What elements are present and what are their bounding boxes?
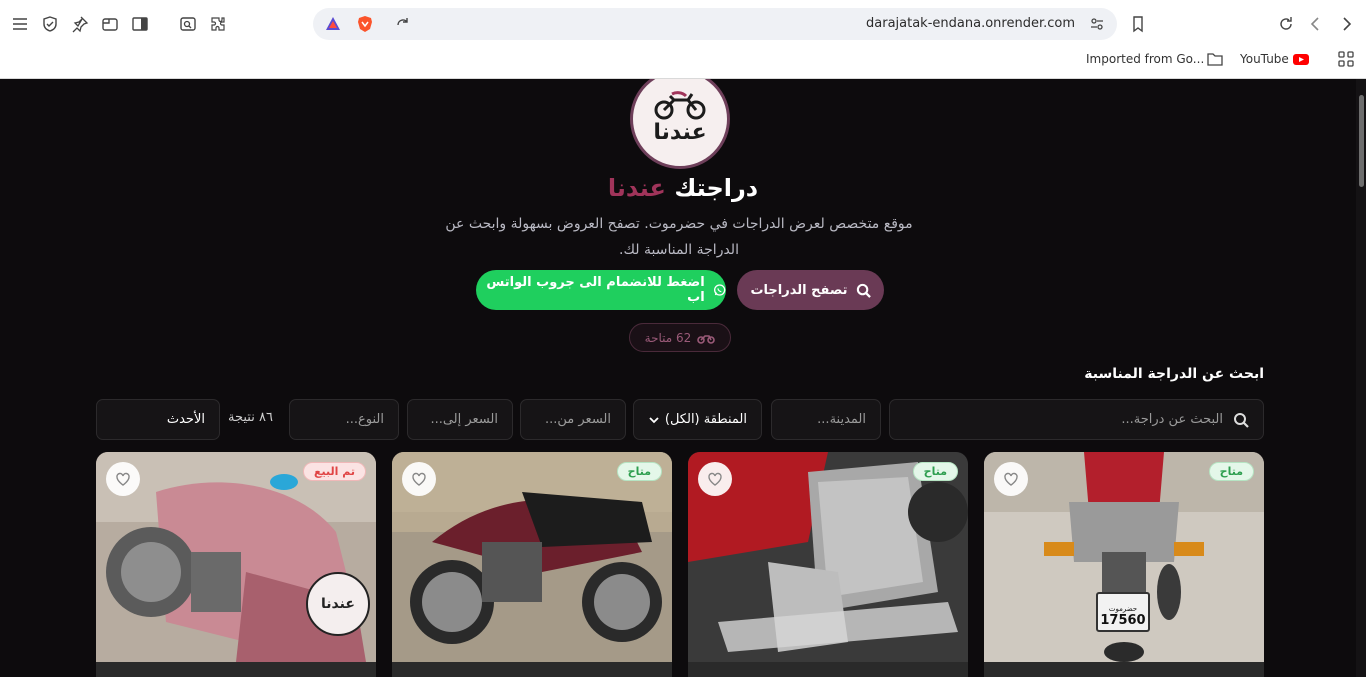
browse-bikes-label: تصفح الدراجات: [750, 282, 848, 298]
youtube-icon: [1289, 47, 1313, 71]
results-count: ٨٦ نتيجة: [228, 410, 273, 425]
status-badge: تم البيع: [303, 462, 366, 481]
type-input[interactable]: النوع...: [289, 399, 399, 440]
favorite-heart-icon[interactable]: [994, 462, 1028, 496]
listing-card[interactable]: متاح: [688, 452, 968, 677]
page-scrollbar[interactable]: [1356, 79, 1366, 677]
browser-chrome: darajatak-endana.onrender.com Imported f…: [0, 0, 1366, 79]
bookmark-imported[interactable]: Imported from Go...: [1086, 52, 1204, 66]
page-content: عندنا دراجتك عندنا موقع متخصص لعرض الدرا…: [0, 79, 1366, 677]
whatsapp-join-label: اضغط للانضمام الى جروب الواتس اب: [486, 275, 705, 305]
shield-icon[interactable]: [38, 12, 62, 36]
share-icon[interactable]: [391, 12, 415, 36]
hero-subtitle: موقع متخصص لعرض الدراجات في حضرموت. تصفح…: [445, 216, 913, 258]
pin-icon[interactable]: [68, 12, 92, 36]
search-input[interactable]: البحث عن دراجة...: [889, 399, 1264, 440]
screenshot-icon[interactable]: [176, 12, 200, 36]
sort-select[interactable]: الأحدث: [96, 399, 220, 440]
bookmark-icon[interactable]: [1126, 12, 1150, 36]
motorcycle-logo-icon: [654, 91, 706, 120]
browse-bikes-button[interactable]: تصفح الدراجات: [737, 270, 884, 310]
status-badge: متاح: [616, 462, 662, 481]
status-badge: متاح: [912, 462, 958, 481]
card-footer: [984, 662, 1264, 677]
brave-shields-icon[interactable]: [353, 12, 377, 36]
price-from-input[interactable]: السعر من...: [520, 399, 626, 440]
apps-grid-icon[interactable]: [1334, 47, 1358, 71]
available-count-badge: 62 متاحة: [629, 323, 731, 352]
reload-icon[interactable]: [1274, 12, 1298, 36]
city-input[interactable]: المدينة...: [771, 399, 881, 440]
whatsapp-icon: [713, 284, 726, 296]
available-count-text: 62 متاحة: [644, 330, 692, 345]
plate-number: 17560: [1100, 613, 1146, 628]
price-to-placeholder: السعر إلى...: [430, 412, 498, 427]
logo-text: عندنا: [653, 119, 707, 145]
listing-card[interactable]: حضرموت 17560 متاح: [984, 452, 1264, 677]
card-footer: [392, 662, 672, 677]
back-icon[interactable]: [1304, 12, 1328, 36]
watermark-logo-text: عندنا: [321, 596, 355, 612]
listing-card[interactable]: تم البيع عندنا: [96, 452, 376, 677]
site-logo[interactable]: عندنا: [630, 79, 730, 169]
whatsapp-join-button[interactable]: اضغط للانضمام الى جروب الواتس اب: [476, 270, 726, 310]
type-placeholder: النوع...: [345, 412, 384, 427]
address-bar[interactable]: darajatak-endana.onrender.com: [313, 8, 1117, 40]
card-footer: [688, 662, 968, 677]
city-placeholder: المدينة...: [817, 412, 866, 427]
search-icon: [856, 283, 871, 298]
brave-rewards-icon[interactable]: [321, 12, 345, 36]
sort-selected-value: الأحدث: [166, 412, 205, 427]
hero-title-accent: عندنا: [607, 174, 666, 202]
watermark-logo: عندنا: [306, 572, 370, 636]
tabs-icon[interactable]: [98, 12, 122, 36]
bookmark-youtube[interactable]: YouTube: [1240, 52, 1289, 66]
motorcycle-icon: [697, 334, 716, 344]
hero-title-main: دراجتك: [674, 174, 759, 202]
url-text: darajatak-endana.onrender.com: [866, 16, 1075, 31]
forward-icon[interactable]: [1334, 12, 1358, 36]
favorite-heart-icon[interactable]: [402, 462, 436, 496]
card-footer: [96, 662, 376, 677]
scrollbar-thumb[interactable]: [1359, 95, 1364, 187]
price-from-placeholder: السعر من...: [544, 412, 611, 427]
favorite-heart-icon[interactable]: [106, 462, 140, 496]
favorite-heart-icon[interactable]: [698, 462, 732, 496]
extensions-icon[interactable]: [206, 12, 230, 36]
folder-icon[interactable]: [1203, 47, 1227, 71]
menu-icon[interactable]: [8, 12, 32, 36]
listing-card[interactable]: متاح: [392, 452, 672, 677]
sidebar-icon[interactable]: [128, 12, 152, 36]
region-selected-value: المنطقة (الكل): [664, 412, 747, 427]
search-icon: [1234, 412, 1249, 428]
search-placeholder: البحث عن دراجة...: [1121, 412, 1223, 427]
status-badge: متاح: [1208, 462, 1254, 481]
search-section-title: ابحث عن الدراجة المناسبة: [1084, 366, 1264, 382]
chevron-down-icon: [649, 416, 659, 423]
license-plate: حضرموت 17560: [1096, 592, 1150, 632]
plate-region: حضرموت: [1108, 605, 1138, 613]
hero-title: دراجتك عندنا: [0, 174, 1366, 202]
price-to-input[interactable]: السعر إلى...: [407, 399, 513, 440]
region-select[interactable]: المنطقة (الكل): [633, 399, 762, 440]
site-settings-icon[interactable]: [1085, 12, 1109, 36]
